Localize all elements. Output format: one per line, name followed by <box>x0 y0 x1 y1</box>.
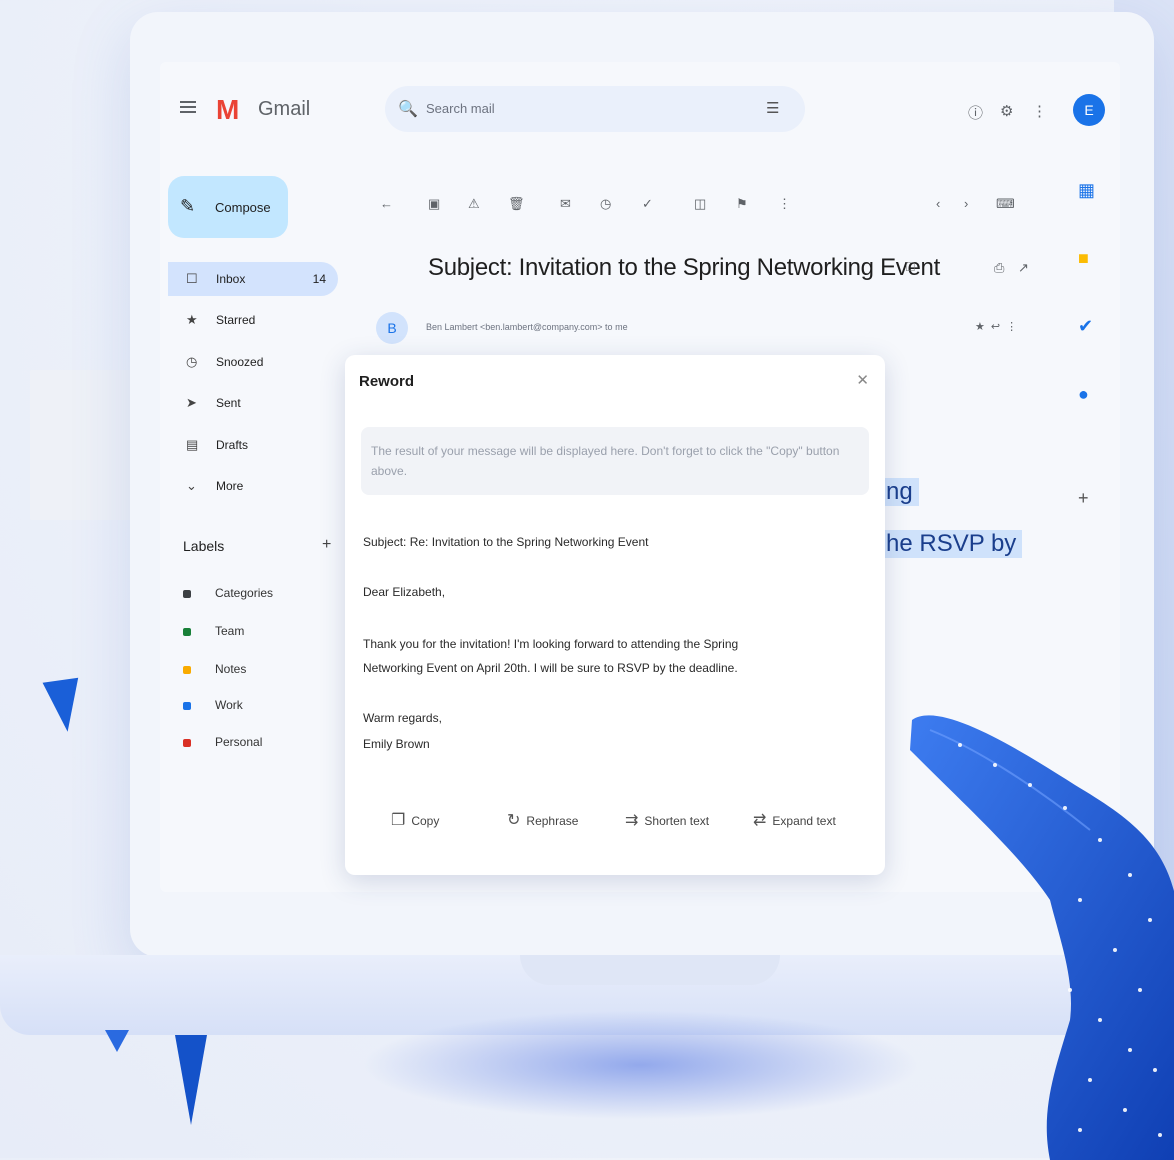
report-icon[interactable]: ⚠ <box>468 196 480 212</box>
chevron-down-icon: ⌄ <box>186 478 197 493</box>
next-icon[interactable]: › <box>964 196 968 211</box>
shorten-label: Shorten text <box>644 814 710 828</box>
gmail-logo: M <box>216 94 240 125</box>
close-icon[interactable]: ✕ <box>856 371 869 389</box>
main-menu-icon[interactable] <box>180 98 196 114</box>
reword-prompt-text: The result of your message will be displ… <box>371 444 840 478</box>
sidebar-item-label: Sent <box>216 396 241 410</box>
laptop-notch <box>520 955 780 985</box>
reword-panel: Reword ✕ The result of your message will… <box>345 355 885 875</box>
add-task-icon[interactable]: ✓ <box>642 196 653 212</box>
reword-line: Warm regards, <box>363 711 442 725</box>
copy-button[interactable]: ❐ Copy <box>391 810 439 830</box>
send-icon: ➤ <box>186 395 197 410</box>
reword-line: Emily Brown <box>363 737 430 751</box>
back-icon[interactable]: ← <box>380 196 393 211</box>
label-tag-icon[interactable]: □ <box>906 258 914 274</box>
email-subject: Subject: Invitation to the Spring Networ… <box>428 254 940 281</box>
delete-icon[interactable]: 🗑 <box>508 196 525 212</box>
add-addon-icon[interactable]: + <box>1078 488 1089 509</box>
label-name: Categories <box>215 586 274 600</box>
reword-line: Networking Event on April 20th. I will b… <box>363 661 738 675</box>
copy-label: Copy <box>411 814 440 828</box>
input-tools-icon[interactable]: ⌨ <box>996 196 1015 212</box>
label-color-icon <box>183 590 191 598</box>
sidebar-item-label: More <box>216 479 244 493</box>
label-name: Personal <box>215 735 263 749</box>
help-icon[interactable]: ⓘ <box>968 102 983 123</box>
sidebar-item-sent[interactable]: ➤ Sent <box>168 386 338 420</box>
sender-info: Ben Lambert <ben.lambert@company.com> to… <box>426 322 628 332</box>
copy-icon: ❐ <box>391 812 406 829</box>
app-name: Gmail <box>258 98 311 120</box>
reword-line: Subject: Re: Invitation to the Spring Ne… <box>363 535 649 549</box>
labels-heading: Labels <box>183 538 225 554</box>
reword-line: Thank you for the invitation! I'm lookin… <box>363 637 739 651</box>
move-icon[interactable]: ◫ <box>694 196 706 212</box>
label-name: Work <box>215 698 243 712</box>
add-label-icon[interactable]: + <box>322 536 331 554</box>
shorten-icon: ⇉ <box>625 812 639 829</box>
reword-line: Dear Elizabeth, <box>363 585 446 599</box>
sidebar-item-label: Starred <box>216 313 256 327</box>
refresh-icon: ↻ <box>507 812 521 829</box>
settings-icon[interactable]: ⚙ <box>1000 102 1013 120</box>
snooze-icon[interactable]: ◷ <box>600 196 611 212</box>
sidebar-item-inbox[interactable]: ☐ Inbox 14 <box>168 262 338 296</box>
print-icon[interactable]: ⎙ <box>994 260 1004 276</box>
keep-icon[interactable]: ■ <box>1078 248 1089 269</box>
expand-label: Expand text <box>772 814 836 828</box>
label-color-icon <box>183 702 191 710</box>
label-name: Team <box>215 624 245 638</box>
compose-label: Compose <box>215 200 271 215</box>
calendar-icon[interactable]: ▦ <box>1078 180 1095 201</box>
prev-icon[interactable]: ‹ <box>936 196 940 211</box>
contacts-icon[interactable]: ● <box>1078 384 1089 405</box>
sidebar-item-label: Drafts <box>216 438 249 452</box>
label-name: Notes <box>215 662 247 676</box>
sidebar-item-label: Inbox <box>216 272 246 286</box>
new-window-icon[interactable]: ↗ <box>1018 260 1029 276</box>
filter-icon[interactable]: ☰ <box>766 99 779 117</box>
sidebar-item-snoozed[interactable]: ◷ Snoozed <box>168 345 338 379</box>
label-color-icon <box>183 666 191 674</box>
reply-actions-icon[interactable]: ★↩⋮ <box>975 320 1023 333</box>
reword-prompt-box: The result of your message will be displ… <box>361 427 869 495</box>
reword-title: Reword <box>359 373 415 390</box>
sidebar-item-more[interactable]: ⌄ More <box>168 469 338 503</box>
label-color-icon <box>183 628 191 636</box>
laptop-shadow <box>360 1010 920 1120</box>
more-options-icon[interactable]: ⋮ <box>778 196 791 212</box>
decorative-triangle <box>42 677 86 735</box>
expand-icon: ⇄ <box>753 812 767 829</box>
robot-hand-illustration <box>910 715 1174 1160</box>
expand-button[interactable]: ⇄ Expand text <box>753 810 836 830</box>
search-icon[interactable]: 🔍 <box>398 99 418 119</box>
archive-icon[interactable]: ▣ <box>428 196 440 212</box>
inbox-icon: ☐ <box>186 271 198 286</box>
label-icon[interactable]: ⚑ <box>736 196 748 212</box>
label-color-icon <box>183 739 191 747</box>
sender-avatar: B <box>376 312 408 344</box>
pencil-icon: ✎ <box>180 196 196 216</box>
search-input[interactable]: Search mail <box>426 101 495 116</box>
star-icon: ★ <box>186 312 198 327</box>
sidebar-item-starred[interactable]: ★ Starred <box>168 303 338 337</box>
shorten-button[interactable]: ⇉ Shorten text <box>625 810 709 830</box>
mark-unread-icon[interactable]: ✉ <box>560 196 571 212</box>
sidebar-item-drafts[interactable]: ▤ Drafts <box>168 428 338 462</box>
highlighted-text: he RSVP by <box>880 530 1023 558</box>
clock-icon: ◷ <box>186 354 198 369</box>
unread-count: 14 <box>312 272 326 286</box>
tasks-icon[interactable]: ✔ <box>1078 316 1093 337</box>
avatar[interactable]: E <box>1073 94 1105 126</box>
decorative-triangle <box>105 1030 129 1052</box>
sidebar-item-label: Snoozed <box>216 355 264 369</box>
rephrase-label: Rephrase <box>526 814 579 828</box>
highlighted-text: ng <box>880 478 919 506</box>
rephrase-button[interactable]: ↻ Rephrase <box>507 810 578 830</box>
apps-icon[interactable]: ⋮ <box>1032 102 1047 120</box>
decorative-triangle <box>175 1035 207 1125</box>
draft-icon: ▤ <box>186 437 199 452</box>
